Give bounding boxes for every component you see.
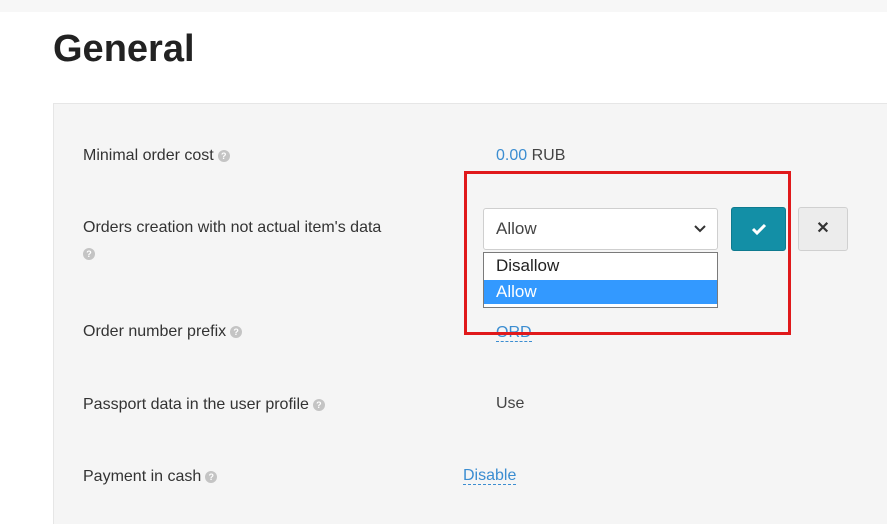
cancel-button[interactable]: ✕ bbox=[798, 207, 848, 251]
passport-data-value-wrap: Use bbox=[496, 392, 524, 416]
order-prefix-label: Order number prefix bbox=[83, 323, 227, 340]
min-order-cost-currency: RUB bbox=[531, 147, 566, 164]
payment-cash-value-wrap: Disable bbox=[463, 464, 517, 488]
min-order-cost-label: Minimal order cost bbox=[83, 147, 214, 164]
help-icon[interactable]: ? bbox=[312, 398, 325, 411]
highlight-box bbox=[464, 171, 791, 335]
help-icon[interactable]: ? bbox=[230, 325, 243, 338]
payment-cash-row: Payment in cash? bbox=[83, 463, 218, 491]
orders-creation-label: Orders creation with not actual item's d… bbox=[83, 219, 382, 236]
help-icon[interactable]: ? bbox=[205, 470, 218, 483]
min-order-cost-amount[interactable]: 0.00 bbox=[496, 147, 527, 164]
payment-cash-value[interactable]: Disable bbox=[463, 467, 517, 485]
passport-data-label: Passport data in the user profile bbox=[83, 396, 309, 413]
passport-data-row: Passport data in the user profile? bbox=[83, 391, 325, 419]
min-order-cost-value[interactable]: 0.00 RUB bbox=[496, 144, 565, 168]
help-icon[interactable]: ? bbox=[83, 247, 95, 260]
page-title: General bbox=[53, 28, 195, 70]
payment-cash-label: Payment in cash bbox=[83, 468, 202, 485]
passport-data-value[interactable]: Use bbox=[496, 395, 524, 412]
orders-creation-row: Orders creation with not actual item's d… bbox=[83, 215, 468, 267]
close-icon: ✕ bbox=[816, 220, 830, 237]
help-icon[interactable]: ? bbox=[217, 149, 230, 162]
min-order-cost-row: Minimal order cost? bbox=[83, 142, 230, 170]
order-prefix-row: Order number prefix? bbox=[83, 318, 243, 346]
top-strip bbox=[0, 0, 887, 12]
